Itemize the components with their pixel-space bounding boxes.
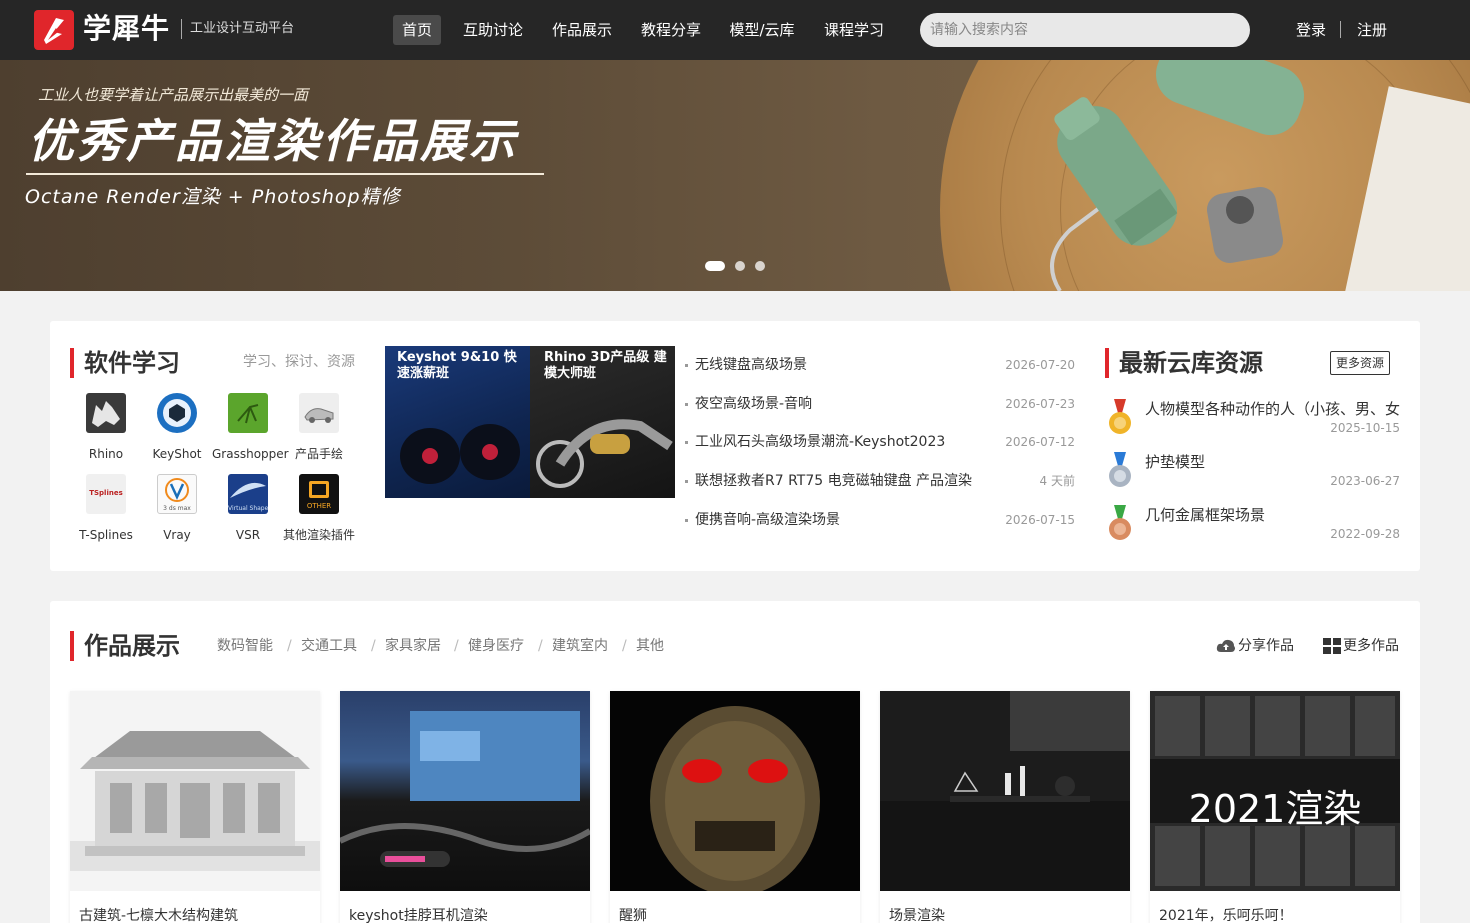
motorcycle-illustration bbox=[536, 419, 673, 488]
course-ad-banner[interactable]: Keyshot 9&10 快速涨薪班 Rhino 3D产品级 建模大师班 bbox=[385, 346, 675, 498]
cloud-upload-icon[interactable] bbox=[1216, 638, 1236, 654]
work-card[interactable]: 2021渲染 2021年，乐呵乐呵！ bbox=[1150, 691, 1400, 923]
resource-item[interactable]: 护垫模型 2023-06-27 bbox=[1105, 452, 1400, 497]
works-section-title: 作品展示 bbox=[70, 631, 180, 661]
software-hand-sketch[interactable]: 产品手绘 bbox=[283, 393, 355, 461]
keyshot-course-ad[interactable]: Keyshot 9&10 快速涨薪班 bbox=[385, 346, 530, 498]
work-card[interactable]: 醒狮 bbox=[610, 691, 860, 923]
software-section-hint: 学习、探讨、资源 bbox=[243, 354, 355, 370]
software-vsr[interactable]: Virtual Shape VSR bbox=[212, 474, 284, 542]
work-thumbnail[interactable]: 2021渲染 bbox=[1150, 691, 1400, 891]
category-furniture[interactable]: 家具家居 bbox=[385, 637, 441, 655]
tsplines-icon: TSplines bbox=[86, 474, 126, 514]
hand-sketch-icon bbox=[299, 393, 339, 433]
resource-item[interactable]: 人物模型各种动作的人（小孩、男、女 2025-10-15 bbox=[1105, 399, 1400, 444]
brand-subtitle: 工业设计互动平台 bbox=[190, 21, 295, 36]
vray-icon: 3 ds max bbox=[157, 474, 197, 514]
software-other-plugins[interactable]: OTHER 其他渲染插件 bbox=[283, 474, 355, 542]
work-thumbnail[interactable] bbox=[880, 691, 1130, 891]
software-grasshopper[interactable]: Grasshopper bbox=[212, 393, 289, 461]
category-transport[interactable]: 交通工具 bbox=[301, 637, 357, 655]
work-card[interactable]: 场景渲染 bbox=[880, 691, 1130, 923]
work-thumbnail[interactable] bbox=[340, 691, 590, 891]
more-resources-button[interactable]: 更多资源 bbox=[1330, 351, 1390, 375]
software-panel: 软件学习 学习、探讨、资源 Rhino KeyShot Grasshopper … bbox=[50, 321, 1420, 571]
banner-subtitle: Octane Render渲染 + Photoshop精修 bbox=[25, 186, 401, 208]
brand-divider bbox=[181, 19, 182, 39]
logo-icon bbox=[44, 18, 64, 44]
software-vray[interactable]: 3 ds max Vray bbox=[141, 474, 213, 542]
work-title[interactable]: 2021年，乐呵乐呵！ bbox=[1159, 906, 1293, 923]
banner-title: 优秀产品渲染作品展示 bbox=[28, 114, 518, 168]
carousel-dot-2[interactable] bbox=[735, 261, 745, 271]
search-input[interactable] bbox=[920, 13, 1250, 47]
nav-tutorials[interactable]: 教程分享 bbox=[636, 15, 706, 45]
carousel-dot-3[interactable] bbox=[755, 261, 765, 271]
work-overlay-text: 2021渲染 bbox=[1188, 787, 1362, 831]
category-other[interactable]: 其他 bbox=[636, 637, 664, 655]
more-works-link[interactable]: 更多作品 bbox=[1343, 637, 1399, 655]
nav-works[interactable]: 作品展示 bbox=[547, 15, 617, 45]
share-work-link[interactable]: 分享作品 bbox=[1238, 637, 1294, 655]
news-item[interactable]: 便携音响-高级渲染场景 2026-07-15 bbox=[685, 510, 1075, 530]
cloud-section-title: 最新云库资源 bbox=[1105, 348, 1263, 378]
hero-banner[interactable]: 工业人也要学着让产品展示出最美的一面 优秀产品渲染作品展示 Octane Ren… bbox=[0, 60, 1470, 291]
category-medical[interactable]: 健身医疗 bbox=[468, 637, 524, 655]
work-thumbnail[interactable] bbox=[70, 691, 320, 891]
site-logo[interactable] bbox=[34, 10, 74, 50]
work-title[interactable]: 古建筑-七檩大木结构建筑 bbox=[79, 906, 238, 923]
work-card[interactable]: keyshot挂脖耳机渲染 bbox=[340, 691, 590, 923]
keyshot-icon bbox=[157, 393, 197, 433]
banner-tagline: 工业人也要学着让产品展示出最美的一面 bbox=[38, 86, 309, 104]
works-panel: 作品展示 数码智能 / 交通工具 / 家具家居 / 健身医疗 / 建筑室内 / … bbox=[50, 601, 1420, 923]
other-plugin-icon: OTHER bbox=[299, 474, 339, 514]
software-rhino[interactable]: Rhino bbox=[70, 393, 142, 461]
news-item[interactable]: 夜空高级场景-音响 2026-07-23 bbox=[685, 394, 1075, 414]
work-title[interactable]: 场景渲染 bbox=[889, 906, 945, 923]
grid-icon[interactable] bbox=[1323, 638, 1341, 654]
nav-courses[interactable]: 课程学习 bbox=[819, 15, 889, 45]
news-item[interactable]: 无线键盘高级场景 2026-07-20 bbox=[685, 355, 1075, 375]
work-thumbnail[interactable] bbox=[610, 691, 860, 891]
category-digital[interactable]: 数码智能 bbox=[217, 637, 273, 655]
bronze-medal-icon bbox=[1109, 505, 1131, 540]
auth-divider bbox=[1340, 21, 1341, 38]
banner-underline bbox=[26, 173, 544, 175]
top-navbar: 学犀牛 工业设计互动平台 首页 互助讨论 作品展示 教程分享 模型/云库 课程学… bbox=[0, 0, 1470, 60]
resource-item[interactable]: 几何金属框架场景 2022-09-28 bbox=[1105, 505, 1400, 550]
gold-medal-icon bbox=[1109, 399, 1131, 434]
hair-dryer-illustration bbox=[1050, 60, 1304, 291]
nav-discussion[interactable]: 互助讨论 bbox=[458, 15, 528, 45]
category-architecture[interactable]: 建筑室内 bbox=[552, 637, 608, 655]
work-title[interactable]: 醒狮 bbox=[619, 906, 647, 923]
work-title[interactable]: keyshot挂脖耳机渲染 bbox=[349, 906, 488, 923]
work-card[interactable]: 古建筑-七檩大木结构建筑 bbox=[70, 691, 320, 923]
news-item[interactable]: 工业风石头高级场景潮流-Keyshot2023 2026-07-12 bbox=[685, 432, 1075, 452]
vsr-icon: Virtual Shape bbox=[228, 474, 268, 514]
rhino-icon bbox=[86, 393, 126, 433]
nav-models[interactable]: 模型/云库 bbox=[726, 15, 798, 45]
software-keyshot[interactable]: KeyShot bbox=[141, 393, 213, 461]
software-section-title: 软件学习 bbox=[70, 348, 180, 378]
register-link[interactable]: 注册 bbox=[1357, 20, 1387, 40]
nav-home[interactable]: 首页 bbox=[393, 15, 441, 45]
rhino-course-ad[interactable]: Rhino 3D产品级 建模大师班 bbox=[530, 346, 675, 498]
news-item[interactable]: 联想拯救者R7 RT75 电竞磁轴键盘 产品渲染 4 天前 bbox=[685, 471, 1075, 491]
grasshopper-icon bbox=[228, 393, 268, 433]
brand-name[interactable]: 学犀牛 bbox=[83, 11, 170, 47]
login-link[interactable]: 登录 bbox=[1296, 20, 1326, 40]
earbuds-illustration bbox=[400, 424, 520, 484]
silver-medal-icon bbox=[1109, 452, 1131, 487]
software-tsplines[interactable]: TSplines T-Splines bbox=[70, 474, 142, 542]
carousel-dot-1[interactable] bbox=[705, 261, 725, 271]
